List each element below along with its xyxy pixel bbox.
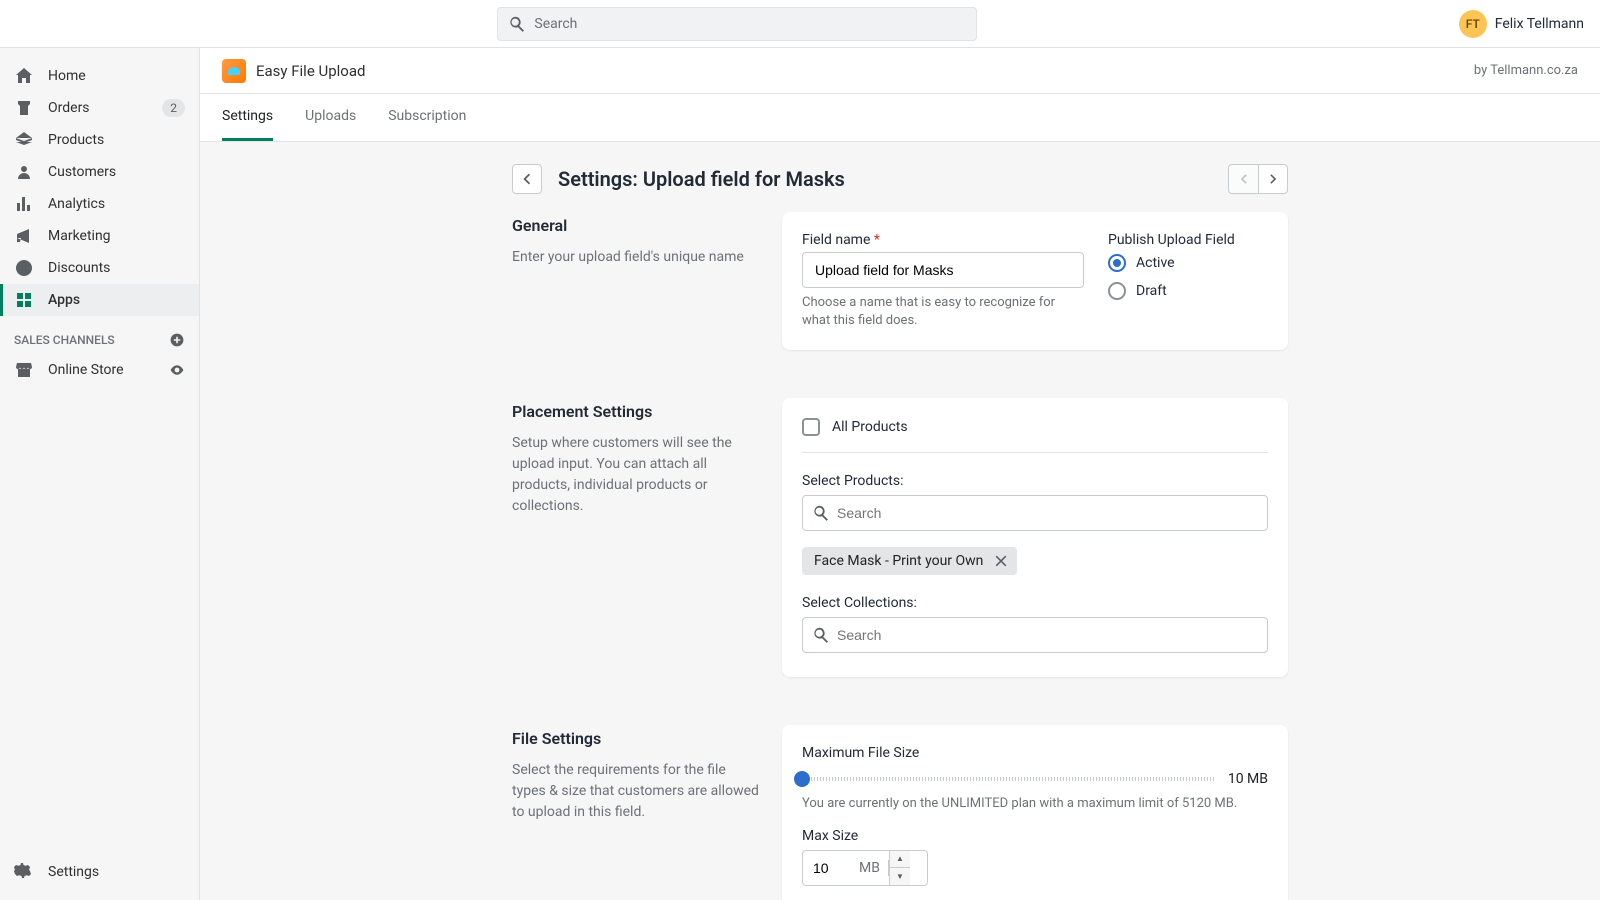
sidebar-item-settings[interactable]: Settings: [0, 856, 199, 888]
nav-label: Products: [48, 132, 104, 148]
search-placeholder: Search: [534, 16, 577, 32]
radio-icon: [1108, 254, 1126, 272]
search-icon: [812, 504, 830, 522]
app-title: Easy File Upload: [256, 62, 365, 80]
radio-active[interactable]: Active: [1108, 254, 1268, 272]
sidebar-item-apps[interactable]: Apps: [0, 284, 199, 316]
sidebar: Home Orders 2 Products Customers Analyti…: [0, 48, 200, 900]
pager-prev: [1228, 164, 1258, 194]
topbar-center: Search: [16, 7, 1459, 41]
search-icon: [508, 15, 526, 33]
store-icon: [14, 360, 34, 380]
radio-draft[interactable]: Draft: [1108, 282, 1268, 300]
pager: [1228, 164, 1288, 194]
stepper-down[interactable]: ▼: [890, 868, 910, 886]
topbar: Search FT Felix Tellmann: [0, 0, 1600, 48]
eye-icon[interactable]: [169, 362, 185, 378]
placement-desc: Setup where customers will see the uploa…: [512, 433, 762, 517]
user-menu[interactable]: FT Felix Tellmann: [1459, 10, 1584, 38]
general-title: General: [512, 216, 762, 235]
gear-icon: [14, 862, 34, 882]
page-title: Settings: Upload field for Masks: [558, 167, 1228, 191]
tab-uploads[interactable]: Uploads: [305, 94, 356, 141]
sidebar-item-home[interactable]: Home: [0, 60, 199, 92]
nav-label: Home: [48, 68, 86, 84]
stepper-up[interactable]: ▲: [890, 850, 910, 868]
back-button[interactable]: [512, 164, 542, 194]
slider-value: 10 MB: [1228, 771, 1268, 787]
placement-title: Placement Settings: [512, 402, 762, 421]
nav-label: Marketing: [48, 228, 111, 244]
app-logo: [222, 59, 246, 83]
app-tabs: Settings Uploads Subscription: [200, 94, 1600, 142]
max-size-input[interactable]: [803, 860, 859, 876]
general-card: Field name * Choose a name that is easy …: [782, 212, 1288, 350]
app-by: by Tellmann.co.za: [1474, 63, 1578, 78]
file-size-slider[interactable]: [802, 777, 1216, 781]
app-header: Easy File Upload by Tellmann.co.za: [200, 48, 1600, 94]
sidebar-item-marketing[interactable]: Marketing: [0, 220, 199, 252]
main-content: Easy File Upload by Tellmann.co.za Setti…: [200, 48, 1600, 900]
customers-icon: [14, 162, 34, 182]
sidebar-item-analytics[interactable]: Analytics: [0, 188, 199, 220]
chevron-left-icon: [1236, 171, 1252, 187]
marketing-icon: [14, 226, 34, 246]
close-icon[interactable]: [993, 553, 1009, 569]
sidebar-item-online-store[interactable]: Online Store: [0, 354, 199, 386]
sidebar-item-customers[interactable]: Customers: [0, 156, 199, 188]
nav-label: Analytics: [48, 196, 105, 212]
plan-note: You are currently on the UNLIMITED plan …: [802, 795, 1268, 813]
field-name-help: Choose a name that is easy to recognize …: [802, 294, 1084, 330]
general-desc: Enter your upload field's unique name: [512, 247, 762, 268]
apps-icon: [14, 290, 34, 310]
nav-label: Online Store: [48, 362, 124, 378]
max-file-size-label: Maximum File Size: [802, 745, 1268, 761]
sidebar-item-orders[interactable]: Orders 2: [0, 92, 199, 124]
page-header: Settings: Upload field for Masks: [512, 164, 1288, 194]
products-search[interactable]: [802, 495, 1268, 531]
file-desc: Select the requirements for the file typ…: [512, 760, 762, 823]
user-name: Felix Tellmann: [1495, 16, 1584, 32]
tab-settings[interactable]: Settings: [222, 94, 273, 141]
slider-thumb[interactable]: [794, 771, 810, 787]
nav-label: Discounts: [48, 260, 110, 276]
analytics-icon: [14, 194, 34, 214]
nav-label: Apps: [48, 292, 80, 308]
home-icon: [14, 66, 34, 86]
nav-label: Customers: [48, 164, 116, 180]
size-unit: MB: [859, 860, 889, 876]
search-icon: [812, 626, 830, 644]
orders-icon: [14, 98, 34, 118]
nav-label: Settings: [48, 864, 99, 880]
all-products-checkbox[interactable]: [802, 418, 820, 436]
select-products-label: Select Products:: [802, 473, 1268, 489]
all-products-label: All Products: [832, 419, 908, 435]
collections-search[interactable]: [802, 617, 1268, 653]
file-card: Maximum File Size 10 MB You are currentl…: [782, 725, 1288, 900]
field-name-label: Field name *: [802, 232, 1084, 248]
pager-next[interactable]: [1258, 164, 1288, 194]
file-title: File Settings: [512, 729, 762, 748]
chevron-right-icon: [1265, 171, 1281, 187]
max-size-label: Max Size: [802, 828, 1268, 844]
orders-badge: 2: [162, 99, 185, 117]
select-collections-label: Select Collections:: [802, 595, 1268, 611]
plus-circle-icon[interactable]: [169, 332, 185, 348]
sidebar-item-discounts[interactable]: Discounts: [0, 252, 199, 284]
avatar: FT: [1459, 10, 1487, 38]
radio-icon: [1108, 282, 1126, 300]
placement-card: All Products Select Products: Face Mask …: [782, 398, 1288, 677]
publish-label: Publish Upload Field: [1108, 232, 1268, 248]
nav-label: Orders: [48, 100, 90, 116]
sales-channels-header: SALES CHANNELS: [0, 316, 199, 354]
sidebar-item-products[interactable]: Products: [0, 124, 199, 156]
arrow-left-icon: [518, 170, 536, 188]
max-size-input-group: MB ▲ ▼: [802, 850, 928, 886]
global-search[interactable]: Search: [497, 7, 977, 41]
tab-subscription[interactable]: Subscription: [388, 94, 466, 141]
field-name-input[interactable]: [802, 252, 1084, 288]
selected-product-tag: Face Mask - Print your Own: [802, 547, 1017, 575]
products-icon: [14, 130, 34, 150]
discounts-icon: [14, 258, 34, 278]
